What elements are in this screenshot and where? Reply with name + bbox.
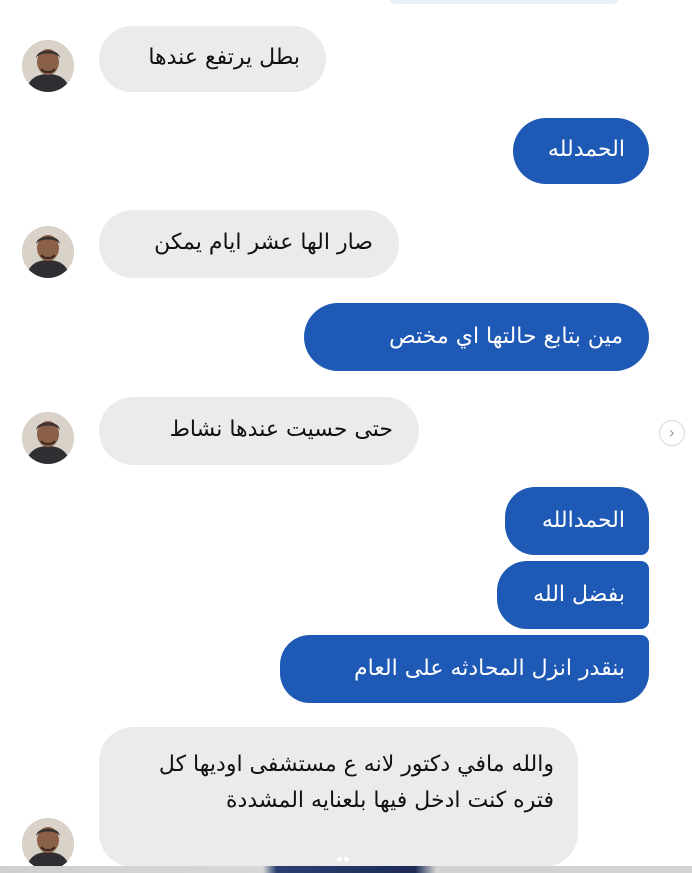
message-bubble-incoming[interactable]: والله مافي دكتور لانه ع مستشفى اوديها كل…: [99, 727, 578, 867]
pagination-dot: [337, 857, 342, 862]
chevron-right-icon[interactable]: ›: [659, 420, 685, 446]
contact-avatar[interactable]: [22, 818, 74, 870]
message-bubble-outgoing[interactable]: بنقدر انزل المحادثه على العام: [280, 635, 649, 703]
message-text: صار الها عشر ايام يمكن: [154, 230, 373, 255]
avatar-photo-icon: [22, 412, 74, 464]
previous-message-edge: [388, 0, 620, 4]
avatar-photo-icon: [22, 818, 74, 870]
pagination-dots: [336, 847, 350, 862]
message-bubble-outgoing[interactable]: مين بتابع حالتها اي مختص: [304, 303, 649, 371]
contact-avatar[interactable]: [22, 40, 74, 92]
message-text: الحمدلله: [547, 137, 625, 162]
message-text: الحمدالله: [541, 508, 625, 533]
message-text: حتى حسيت عندها نشاط: [169, 417, 393, 442]
message-text: بطل يرتفع عندها: [148, 45, 300, 70]
avatar-photo-icon: [22, 226, 74, 278]
message-text: والله مافي دكتور لانه ع مستشفى اوديها كل…: [158, 752, 554, 813]
message-bubble-incoming[interactable]: بطل يرتفع عندها: [99, 26, 326, 92]
message-bubble-incoming[interactable]: صار الها عشر ايام يمكن: [99, 210, 399, 278]
message-bubble-incoming[interactable]: حتى حسيت عندها نشاط: [99, 397, 419, 465]
contact-avatar[interactable]: [22, 226, 74, 278]
contact-avatar[interactable]: [22, 412, 74, 464]
message-bubble-outgoing[interactable]: الحمدالله: [505, 487, 649, 555]
message-bubble-outgoing[interactable]: بفضل الله: [497, 561, 649, 629]
bottom-edge: [0, 866, 692, 873]
pagination-dot: [344, 857, 349, 862]
message-text: مين بتابع حالتها اي مختص: [389, 324, 623, 349]
message-text: بنقدر انزل المحادثه على العام: [353, 656, 625, 681]
message-bubble-outgoing[interactable]: الحمدلله: [513, 118, 649, 184]
avatar-photo-icon: [22, 40, 74, 92]
message-text: بفضل الله: [533, 582, 625, 607]
